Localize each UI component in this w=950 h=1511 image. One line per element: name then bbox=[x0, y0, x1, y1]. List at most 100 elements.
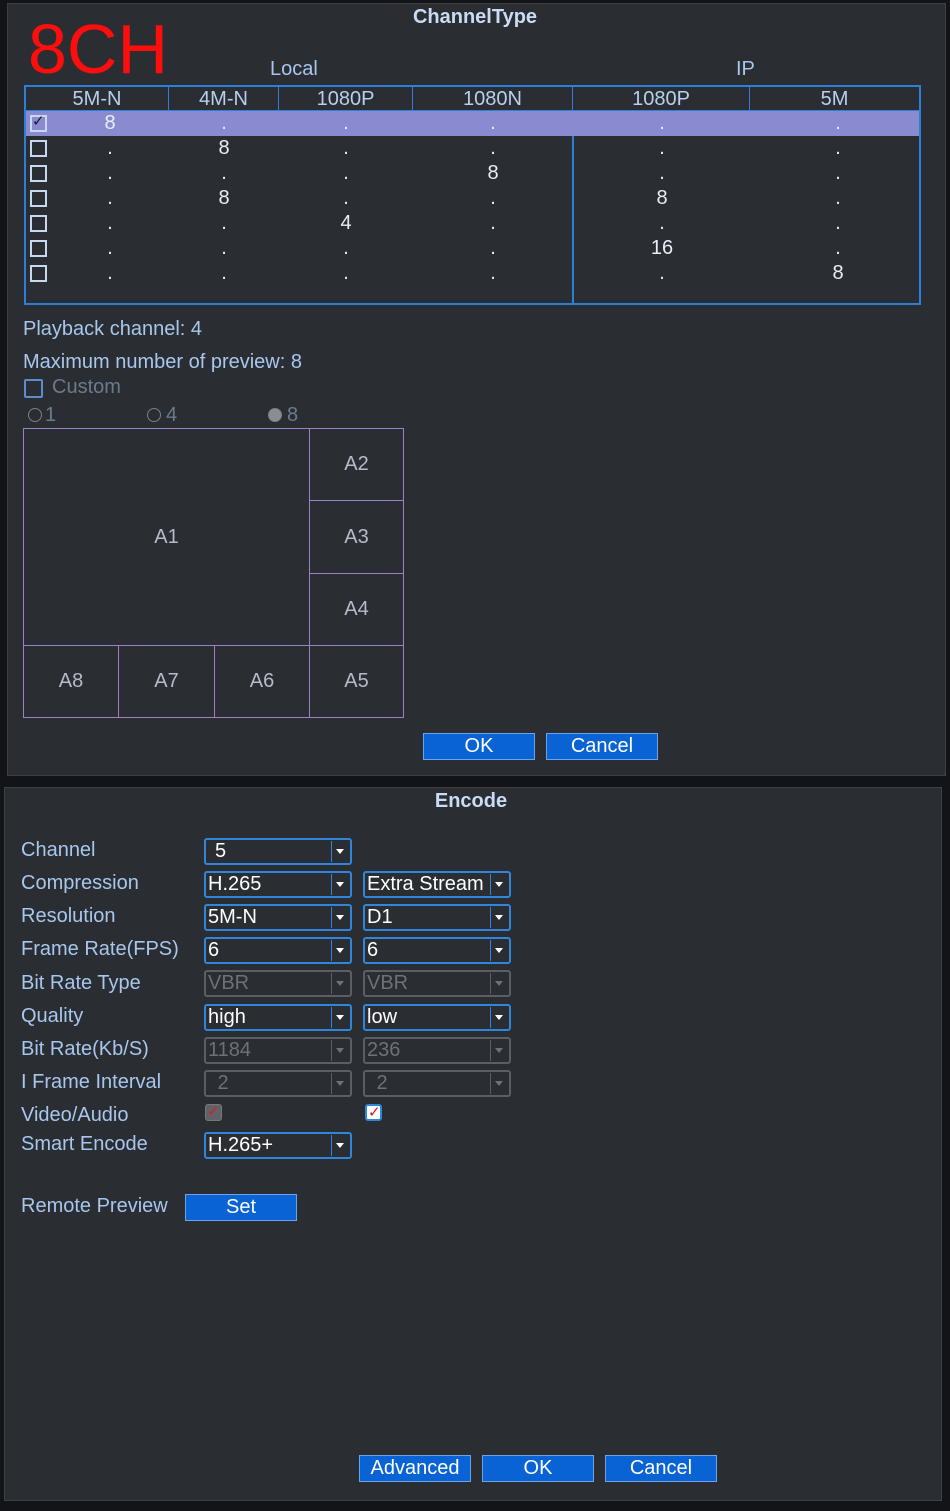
smart-encode-select[interactable]: H.265+ bbox=[204, 1132, 352, 1159]
remote-preview-label: Remote Preview bbox=[21, 1195, 168, 1217]
preview-layout-grid: A1 A2 A3 A4 A5 A6 A7 A8 bbox=[23, 428, 404, 718]
layout-cell-a3[interactable]: A3 bbox=[309, 500, 404, 574]
channel-label: Channel bbox=[21, 839, 96, 861]
table-cell: 4 bbox=[340, 212, 352, 234]
chevron-down-icon bbox=[331, 907, 349, 928]
main-quality-value: high bbox=[208, 1006, 246, 1028]
table-cell: 8 bbox=[487, 162, 499, 184]
row-checkbox[interactable] bbox=[30, 190, 47, 207]
main-resolution-select[interactable]: 5M-N bbox=[204, 904, 352, 931]
chevron-down-icon bbox=[331, 940, 349, 961]
layout-cell-a4[interactable]: A4 bbox=[309, 573, 404, 646]
table-row[interactable]: . 8.... bbox=[26, 136, 919, 161]
resolution-label: Resolution bbox=[21, 905, 116, 927]
table-row[interactable]: 8..... bbox=[26, 111, 919, 136]
layout-cell-a8[interactable]: A8 bbox=[23, 645, 119, 718]
channel-select[interactable]: 5 bbox=[204, 838, 352, 865]
main-frame-rate-select[interactable]: 6 bbox=[204, 937, 352, 964]
main-compression-select[interactable]: H.265 bbox=[204, 871, 352, 898]
main-bit-rate-type-select: VBR bbox=[204, 970, 352, 997]
main-quality-select[interactable]: high bbox=[204, 1004, 352, 1031]
table-row[interactable]: . 8.. 8. bbox=[26, 186, 919, 211]
row-checkbox[interactable] bbox=[30, 140, 47, 157]
table-cell: . bbox=[659, 212, 665, 234]
table-cell: 8 bbox=[218, 187, 230, 209]
radio-8[interactable] bbox=[268, 408, 282, 422]
table-cell: . bbox=[835, 162, 841, 184]
extra-resolution-select[interactable]: D1 bbox=[363, 904, 511, 931]
row-checkbox[interactable] bbox=[30, 240, 47, 257]
frame-rate-label: Frame Rate(FPS) bbox=[21, 938, 179, 960]
extra-frame-rate-value: 6 bbox=[367, 939, 379, 961]
row-checkbox[interactable] bbox=[30, 165, 47, 182]
radio-4[interactable] bbox=[147, 408, 161, 422]
encode-ok-button[interactable]: OK bbox=[482, 1455, 594, 1482]
row-checkbox[interactable] bbox=[30, 112, 47, 132]
table-cell: . bbox=[835, 212, 841, 234]
row-checkbox[interactable] bbox=[30, 265, 47, 282]
extra-video-audio-checkbox[interactable] bbox=[365, 1103, 382, 1121]
column-header-5m-n: 5M-N bbox=[26, 87, 169, 111]
layout-cell-a2[interactable]: A2 bbox=[309, 428, 404, 501]
table-row[interactable]: .. 4... bbox=[26, 211, 919, 236]
chevron-down-icon bbox=[331, 973, 349, 994]
layout-cell-a1[interactable]: A1 bbox=[23, 428, 310, 646]
layout-cell-a7[interactable]: A7 bbox=[118, 645, 215, 718]
table-row[interactable]: ... 8.. bbox=[26, 161, 919, 186]
table-cell: . bbox=[490, 137, 496, 159]
table-row[interactable]: .... 16. bbox=[26, 236, 919, 261]
row-checkbox[interactable] bbox=[30, 215, 47, 232]
table-cell: . bbox=[490, 262, 496, 284]
table-cell: . bbox=[659, 137, 665, 159]
table-row[interactable]: ..... 8 bbox=[26, 261, 919, 286]
extra-stream-select[interactable]: Extra Stream bbox=[363, 871, 511, 898]
table-cell: . bbox=[490, 112, 496, 134]
column-header-4m-n: 4M-N bbox=[169, 87, 279, 111]
advanced-button[interactable]: Advanced bbox=[359, 1455, 471, 1482]
layout-cell-a5[interactable]: A5 bbox=[309, 645, 404, 718]
table-cell: . bbox=[490, 212, 496, 234]
table-cell: . bbox=[221, 162, 227, 184]
main-bit-rate-select: 1184 bbox=[204, 1037, 352, 1064]
table-cell: . bbox=[659, 262, 665, 284]
radio-4-label: 4 bbox=[166, 404, 178, 426]
remote-preview-set-button[interactable]: Set bbox=[185, 1194, 297, 1221]
chevron-down-icon bbox=[490, 907, 508, 928]
extra-frame-rate-select[interactable]: 6 bbox=[363, 937, 511, 964]
ip-group-label: IP bbox=[736, 58, 755, 80]
column-header-1080p-ip: 1080P bbox=[573, 87, 750, 111]
channel-type-cancel-button[interactable]: Cancel bbox=[546, 733, 658, 760]
chevron-down-icon bbox=[331, 841, 349, 862]
table-cell: . bbox=[221, 237, 227, 259]
radio-1-label: 1 bbox=[45, 404, 57, 426]
table-cell: . bbox=[221, 212, 227, 234]
chevron-down-icon bbox=[331, 874, 349, 895]
max-preview-text: Maximum number of preview: 8 bbox=[23, 351, 302, 373]
table-cell: . bbox=[221, 262, 227, 284]
extra-quality-select[interactable]: low bbox=[363, 1004, 511, 1031]
i-frame-interval-label: I Frame Interval bbox=[21, 1071, 162, 1093]
custom-label: Custom bbox=[52, 376, 121, 398]
extra-bit-rate-select: 236 bbox=[363, 1037, 511, 1064]
encode-title: Encode bbox=[434, 790, 508, 812]
local-group-label: Local bbox=[270, 58, 318, 80]
chevron-down-icon bbox=[490, 1040, 508, 1061]
encode-cancel-button[interactable]: Cancel bbox=[605, 1455, 717, 1482]
custom-checkbox[interactable] bbox=[24, 379, 43, 398]
radio-1[interactable] bbox=[28, 408, 42, 422]
table-cell: . bbox=[490, 187, 496, 209]
table-cell: 8 bbox=[832, 262, 844, 284]
radio-8-label: 8 bbox=[287, 404, 299, 426]
chevron-down-icon bbox=[331, 1073, 349, 1094]
channel-type-ok-button[interactable]: OK bbox=[423, 733, 535, 760]
smart-encode-value: H.265+ bbox=[208, 1134, 274, 1156]
bit-rate-label: Bit Rate(Kb/S) bbox=[21, 1038, 149, 1060]
main-frame-rate-value: 6 bbox=[208, 939, 220, 961]
table-cell: . bbox=[107, 137, 113, 159]
compression-label: Compression bbox=[21, 872, 139, 894]
table-cell: . bbox=[835, 112, 841, 134]
extra-bit-rate-type-value: VBR bbox=[367, 972, 409, 994]
table-cell: . bbox=[343, 237, 349, 259]
layout-cell-a6[interactable]: A6 bbox=[214, 645, 310, 718]
chevron-down-icon bbox=[490, 874, 508, 895]
